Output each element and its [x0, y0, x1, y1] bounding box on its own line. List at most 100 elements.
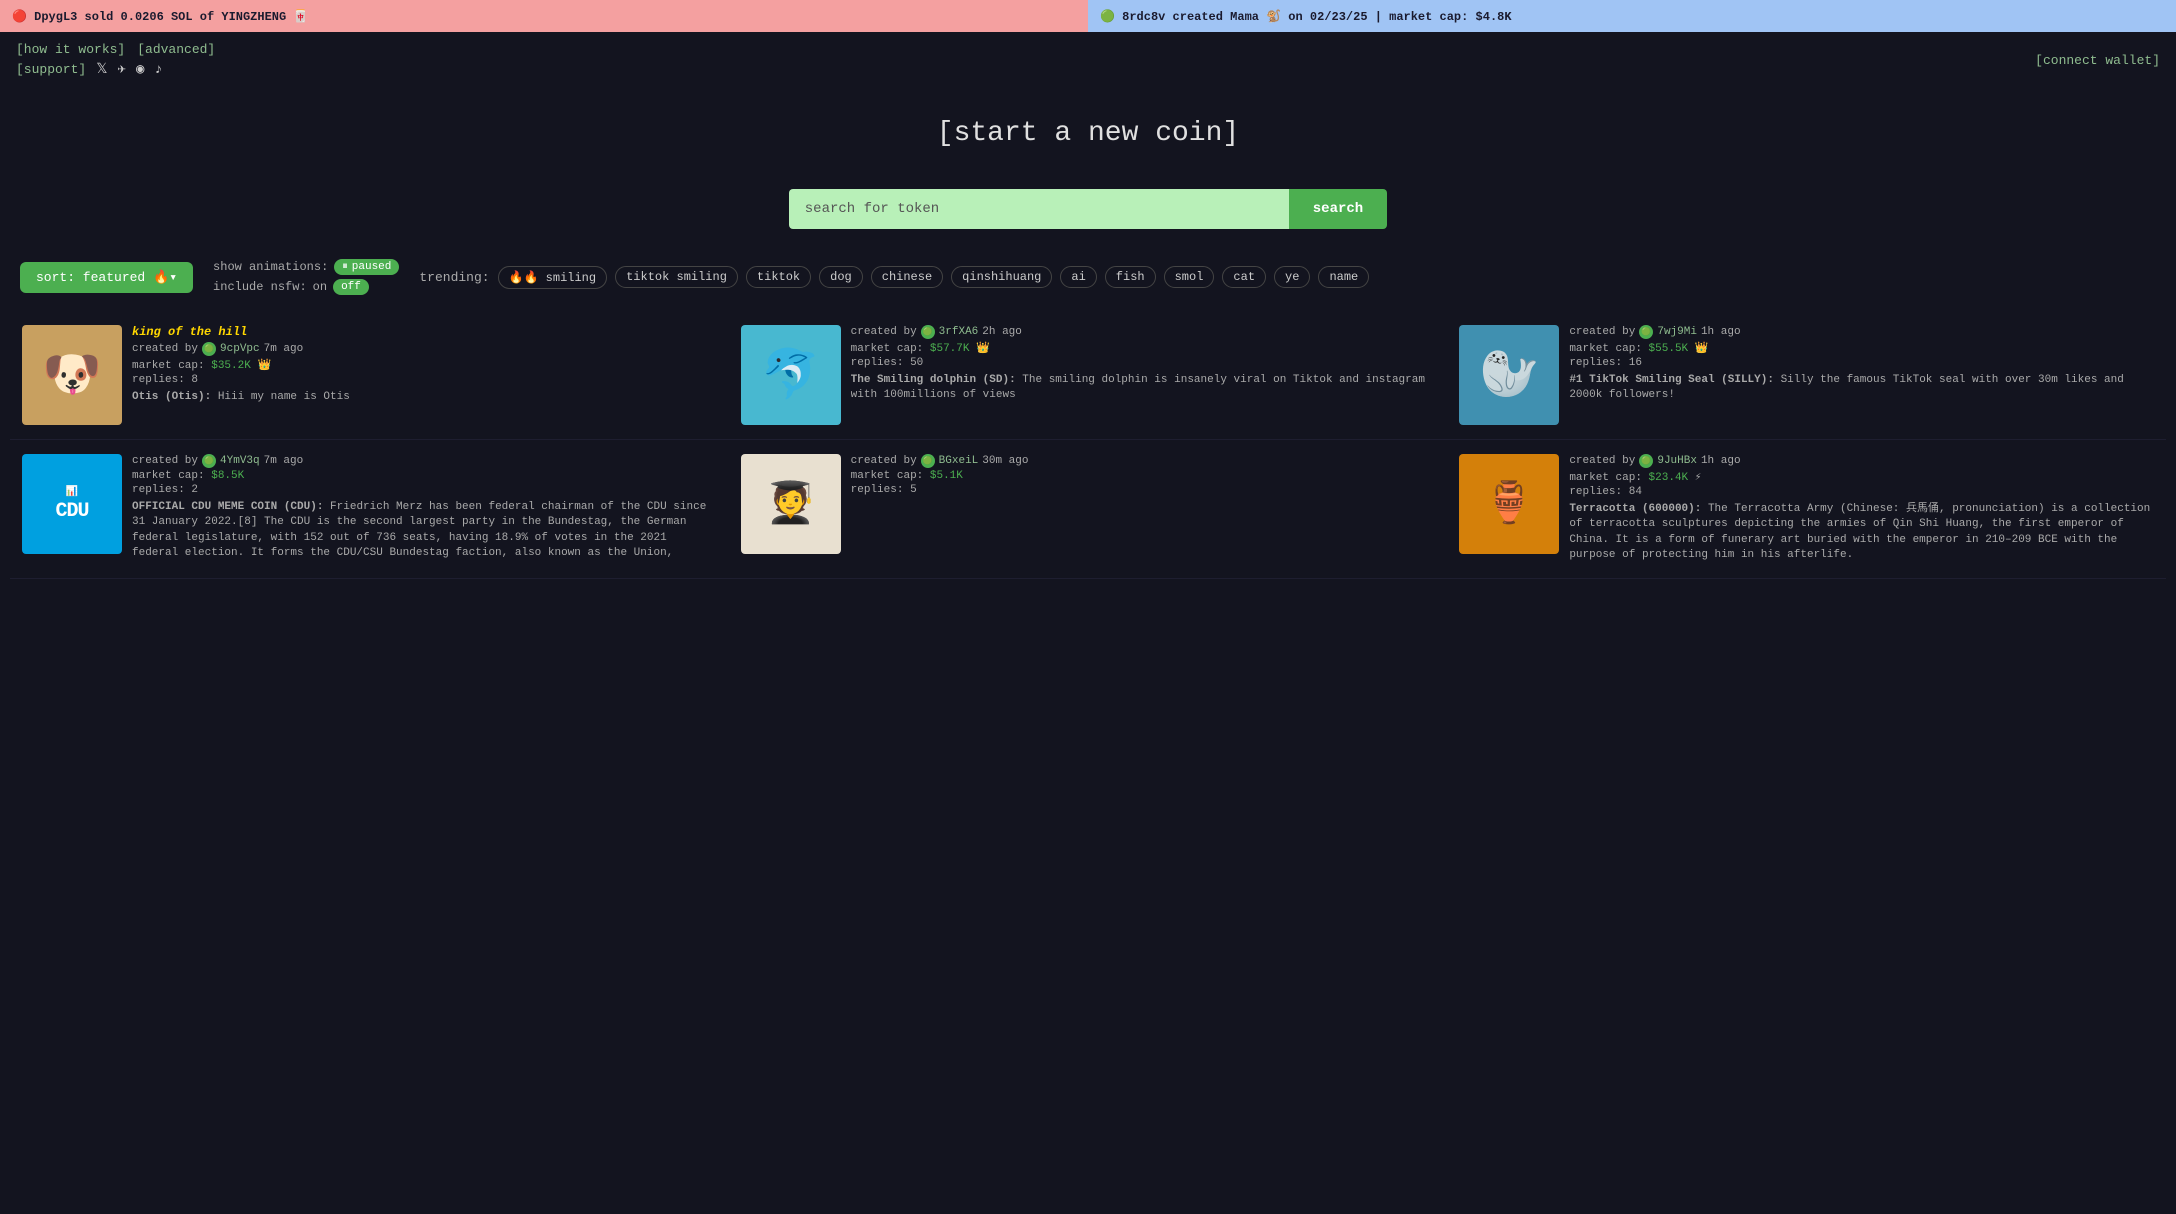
nav-links-bottom: [support] 𝕏 ✈ ◉ ♪	[16, 61, 215, 78]
time-ago: 1h ago	[1701, 326, 1741, 338]
sort-button[interactable]: sort: featured 🔥▾	[20, 262, 193, 293]
market-cap: market cap: $8.5K	[132, 470, 717, 482]
search-input[interactable]	[789, 189, 1289, 229]
username: 7wj9Mi	[1657, 326, 1697, 338]
trending-tag-5[interactable]: qinshihuang	[951, 266, 1052, 288]
trending-section: trending: 🔥🔥 smiling tiktok smiling tikt…	[419, 266, 2156, 289]
hero-section: [start a new coin]	[0, 88, 2176, 169]
support-link[interactable]: [support]	[16, 62, 86, 77]
nsfw-off-badge[interactable]: off	[333, 279, 369, 295]
controls-bar: sort: featured 🔥▾ show animations: ⏸ pau…	[0, 259, 2176, 311]
coins-grid: 🐶 king of the hill created by 🟢 9cpVpc 7…	[0, 311, 2176, 579]
created-by: created by 🟢 BGxeiL 30m ago	[851, 454, 1436, 468]
username: 9cpVpc	[220, 343, 260, 355]
avatar: 🟢	[1639, 454, 1653, 468]
coin-card-4[interactable]: 📊 CDU created by 🟢 4YmV3q 7m ago market …	[10, 440, 729, 579]
market-cap: market cap: $55.5K 👑	[1569, 341, 2154, 355]
ticker-left-text: 🔴 DpygL3 sold 0.0206 SOL of YINGZHENG 🀄	[12, 9, 308, 24]
replies: replies: 16	[1569, 357, 2154, 369]
trending-tag-7[interactable]: fish	[1105, 266, 1156, 288]
market-cap-value: $23.4K	[1649, 472, 1689, 484]
advanced-link[interactable]: [advanced]	[137, 42, 215, 57]
avatar: 🟢	[202, 342, 216, 356]
time-ago: 1h ago	[1701, 455, 1741, 467]
market-cap-icon: 👑	[257, 360, 271, 372]
ticker-right: 🟢 8rdc8v created Mama 🐒 on 02/23/25 | ma…	[1088, 0, 2176, 32]
connect-wallet-button[interactable]: [connect wallet]	[2035, 53, 2160, 68]
market-cap-icon: 👑	[1695, 343, 1709, 355]
username: 3rfXA6	[939, 326, 979, 338]
market-cap: market cap: $5.1K	[851, 470, 1436, 482]
ticker-right-text: 🟢 8rdc8v created Mama 🐒 on 02/23/25 | ma…	[1100, 9, 1512, 24]
ticker-bar: 🔴 DpygL3 sold 0.0206 SOL of YINGZHENG 🀄 …	[0, 0, 2176, 32]
coin-card-1[interactable]: 🐶 king of the hill created by 🟢 9cpVpc 7…	[10, 311, 729, 440]
market-cap: market cap: $57.7K 👑	[851, 341, 1436, 355]
username: BGxeiL	[939, 455, 979, 467]
replies: replies: 84	[1569, 486, 2154, 498]
trending-tag-2[interactable]: tiktok	[746, 266, 811, 288]
how-it-works-link[interactable]: [how it works]	[16, 42, 125, 57]
time-ago: 7m ago	[264, 343, 304, 355]
market-cap-value: $8.5K	[211, 470, 244, 482]
trending-tag-0[interactable]: 🔥🔥 smiling	[498, 266, 608, 289]
coin-desc: The Smiling dolphin (SD): The smiling do…	[851, 373, 1436, 404]
coin-card-5[interactable]: 🧑‍🎓 created by 🟢 BGxeiL 30m ago market c…	[729, 440, 1448, 579]
animations-row: show animations: ⏸ paused	[213, 259, 399, 275]
created-by: created by 🟢 4YmV3q 7m ago	[132, 454, 717, 468]
paused-badge[interactable]: ⏸ paused	[334, 259, 399, 275]
coin-desc: Terracotta (600000): The Terracotta Army…	[1569, 502, 2154, 564]
time-ago: 2h ago	[982, 326, 1022, 338]
created-by: created by 🟢 3rfXA6 2h ago	[851, 325, 1436, 339]
coin-card-6[interactable]: 🏺 created by 🟢 9JuHBx 1h ago market cap:…	[1447, 440, 2166, 579]
nsfw-label: include nsfw:	[213, 280, 307, 294]
telegram-icon[interactable]: ✈	[118, 61, 126, 78]
coin-desc: OFFICIAL CDU MEME COIN (CDU): Friedrich …	[132, 500, 717, 562]
replies: replies: 8	[132, 374, 717, 386]
trending-tag-8[interactable]: smol	[1164, 266, 1215, 288]
replies: replies: 5	[851, 484, 1436, 496]
coin-card-3[interactable]: 🦭 created by 🟢 7wj9Mi 1h ago market cap:…	[1447, 311, 2166, 440]
market-cap-icon: ⚡	[1695, 472, 1702, 484]
search-button[interactable]: search	[1289, 189, 1387, 229]
created-by: created by 🟢 9cpVpc 7m ago	[132, 342, 717, 356]
avatar: 🟢	[202, 454, 216, 468]
time-ago: 7m ago	[264, 455, 304, 467]
trending-tag-10[interactable]: ye	[1274, 266, 1310, 288]
trending-tag-3[interactable]: dog	[819, 266, 863, 288]
coin-info: created by 🟢 3rfXA6 2h ago market cap: $…	[851, 325, 1436, 425]
avatar: 🟢	[921, 454, 935, 468]
market-cap-value: $35.2K	[211, 360, 251, 372]
instagram-icon[interactable]: ◉	[136, 61, 144, 78]
trending-tag-9[interactable]: cat	[1222, 266, 1266, 288]
coin-card-2[interactable]: 🐬 created by 🟢 3rfXA6 2h ago market cap:…	[729, 311, 1448, 440]
coin-info: created by 🟢 4YmV3q 7m ago market cap: $…	[132, 454, 717, 564]
nav: [how it works] [advanced] [support] 𝕏 ✈ …	[0, 32, 2176, 88]
market-cap: market cap: $35.2K 👑	[132, 358, 717, 372]
created-by: created by 🟢 9JuHBx 1h ago	[1569, 454, 2154, 468]
paused-text: paused	[352, 261, 392, 273]
nsfw-row: include nsfw: on off	[213, 279, 399, 295]
market-cap-value: $55.5K	[1649, 343, 1689, 355]
nav-left: [how it works] [advanced] [support] 𝕏 ✈ …	[16, 42, 215, 78]
hero-title: [start a new coin]	[0, 118, 2176, 149]
coin-info: created by 🟢 7wj9Mi 1h ago market cap: $…	[1569, 325, 2154, 425]
time-ago: 30m ago	[982, 455, 1028, 467]
market-cap-value: $57.7K	[930, 343, 970, 355]
trending-tag-11[interactable]: name	[1318, 266, 1369, 288]
animations-section: show animations: ⏸ paused include nsfw: …	[213, 259, 399, 295]
username: 4YmV3q	[220, 455, 260, 467]
x-icon[interactable]: 𝕏	[96, 61, 107, 78]
coin-desc: #1 TikTok Smiling Seal (SILLY): Silly th…	[1569, 373, 2154, 404]
trending-tag-6[interactable]: ai	[1060, 266, 1096, 288]
avatar: 🟢	[921, 325, 935, 339]
replies: replies: 50	[851, 357, 1436, 369]
search-section: search	[0, 189, 2176, 229]
trending-tag-1[interactable]: tiktok smiling	[615, 266, 738, 288]
coin-info: created by 🟢 BGxeiL 30m ago market cap: …	[851, 454, 1436, 564]
king-badge: king of the hill	[132, 325, 717, 339]
animations-label: show animations:	[213, 260, 328, 274]
tiktok-icon[interactable]: ♪	[154, 62, 162, 78]
nsfw-on-text: on	[313, 280, 327, 294]
trending-tag-4[interactable]: chinese	[871, 266, 943, 288]
created-by: created by 🟢 7wj9Mi 1h ago	[1569, 325, 2154, 339]
